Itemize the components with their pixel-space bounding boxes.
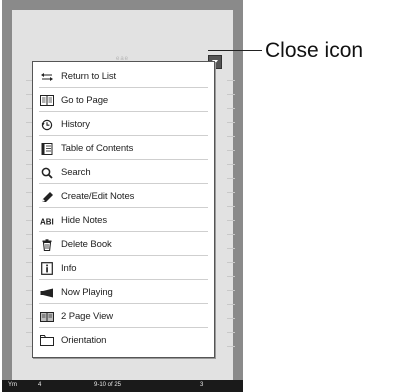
- menu-item-history[interactable]: History: [33, 113, 214, 136]
- book-icon: [40, 95, 54, 107]
- menu-item-label: Hide Notes: [61, 215, 107, 226]
- orientation-icon: [40, 335, 54, 347]
- menu-item-label: Info: [61, 263, 77, 274]
- info-icon: [40, 262, 54, 275]
- battery-indicator: 3: [200, 382, 204, 388]
- menu-item-label: Search: [61, 167, 91, 178]
- menu-item-label: Table of Contents: [61, 143, 134, 154]
- menu-item-hide-notes[interactable]: ABI Hide Notes: [33, 209, 214, 232]
- menu-item-2-page-view[interactable]: 2 Page View: [33, 305, 214, 328]
- callout-label: Close icon: [265, 39, 364, 62]
- history-icon: [40, 119, 54, 131]
- trash-icon: [40, 238, 54, 251]
- abc-icon: ABI: [40, 215, 54, 227]
- contents-icon: [40, 142, 54, 155]
- menu-item-now-playing[interactable]: Now Playing: [33, 281, 214, 304]
- menu-item-label: Go to Page: [61, 95, 109, 106]
- menu-item-search[interactable]: Search: [33, 161, 214, 184]
- page-counter: 9-10 of 25: [94, 382, 122, 388]
- status-left: Ym: [8, 382, 17, 388]
- page-text-right: [227, 80, 237, 360]
- menu-item-label: Return to List: [61, 71, 117, 82]
- play-icon: [40, 287, 54, 299]
- callout-leader-line: [208, 50, 262, 51]
- menu-item-delete-book[interactable]: Delete Book: [33, 233, 214, 256]
- menu-item-label: Orientation: [61, 335, 107, 346]
- menu-item-label: History: [61, 119, 90, 130]
- menu-item-label: Delete Book: [61, 239, 112, 250]
- menu-item-go-to-page[interactable]: Go to Page: [33, 89, 214, 112]
- menu-item-orientation[interactable]: Orientation: [33, 329, 214, 352]
- pen-icon: [40, 191, 54, 203]
- status-mid: 4: [38, 382, 42, 388]
- svg-text:ABI: ABI: [40, 217, 54, 226]
- device-frame: eae Return to List Go to Page History Ta…: [2, 0, 243, 392]
- two-page-icon: [40, 311, 54, 323]
- search-icon: [40, 167, 54, 179]
- menu-item-label: 2 Page View: [61, 311, 114, 322]
- status-bar: Ym 4 9-10 of 25 3: [2, 380, 243, 392]
- menu-item-label: Now Playing: [61, 287, 113, 298]
- menu-item-info[interactable]: Info: [33, 257, 214, 280]
- return-arrow-icon: [40, 71, 54, 83]
- menu-item-table-of-contents[interactable]: Table of Contents: [33, 137, 214, 160]
- menu-item-return-to-list[interactable]: Return to List: [33, 65, 214, 88]
- options-menu: Return to List Go to Page History Table …: [32, 61, 215, 358]
- menu-item-create-edit-notes[interactable]: Create/Edit Notes: [33, 185, 214, 208]
- menu-item-label: Create/Edit Notes: [61, 191, 135, 202]
